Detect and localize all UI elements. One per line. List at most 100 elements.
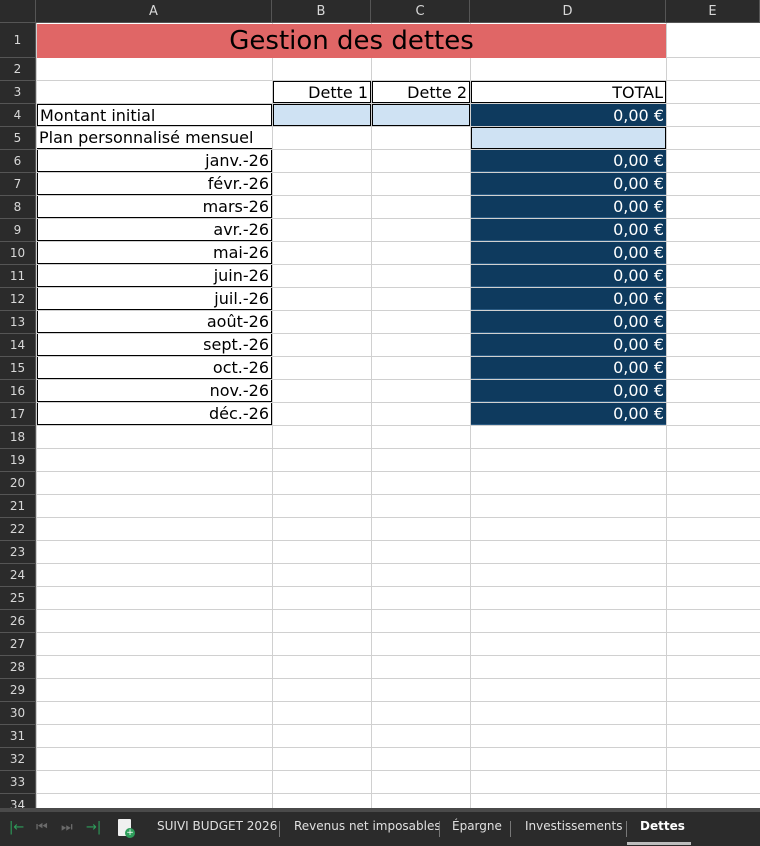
tab-revenus[interactable]: Revenus net imposables	[294, 819, 441, 833]
month-label[interactable]: févr.-26	[37, 173, 272, 195]
month-label[interactable]: juin-26	[37, 265, 272, 287]
row-header[interactable]: 29	[0, 679, 36, 702]
grid-line-horizontal	[36, 425, 760, 426]
month-total[interactable]: 0,00 €	[471, 219, 666, 241]
active-tab-indicator	[627, 842, 691, 845]
label-plan-mensuel[interactable]: Plan personnalisé mensuel	[37, 127, 272, 149]
grid-line-horizontal	[36, 609, 760, 610]
tab-investissements[interactable]: Investissements	[525, 819, 622, 833]
row-header[interactable]: 19	[0, 449, 36, 472]
month-total[interactable]: 0,00 €	[471, 265, 666, 287]
column-header-b[interactable]: B	[272, 0, 371, 23]
header-total[interactable]: TOTAL	[471, 81, 666, 103]
row-header[interactable]: 3	[0, 81, 36, 104]
column-header-d[interactable]: D	[470, 0, 666, 23]
grid-line-vertical	[666, 23, 667, 808]
row-header[interactable]: 14	[0, 334, 36, 357]
month-label[interactable]: avr.-26	[37, 219, 272, 241]
header-dette-1[interactable]: Dette 1	[273, 81, 371, 103]
column-header-c[interactable]: C	[371, 0, 470, 23]
row-header[interactable]: 34	[0, 794, 36, 808]
month-total[interactable]: 0,00 €	[471, 196, 666, 218]
spreadsheet-grid[interactable]: A B C D E 1 2 3 4 5 6 7 8 9 10 11 12 13 14 15 16 17 18 19 20 21 22…	[0, 0, 760, 808]
total-montant-initial[interactable]: 0,00 €	[471, 104, 666, 126]
month-total[interactable]: 0,00 €	[471, 173, 666, 195]
grid-line-horizontal	[36, 770, 760, 771]
input-montant-dette-1[interactable]	[273, 104, 371, 126]
month-label[interactable]: juil.-26	[37, 288, 272, 310]
row-header[interactable]: 22	[0, 518, 36, 541]
row-header[interactable]: 15	[0, 357, 36, 380]
row-header[interactable]: 1	[0, 23, 36, 58]
month-total[interactable]: 0,00 €	[471, 242, 666, 264]
row-header[interactable]: 24	[0, 564, 36, 587]
grid-line-horizontal	[36, 448, 760, 449]
row-header[interactable]: 2	[0, 58, 36, 81]
row-header[interactable]: 20	[0, 472, 36, 495]
row-header[interactable]: 28	[0, 656, 36, 679]
month-label[interactable]: sept.-26	[37, 334, 272, 356]
row-header[interactable]: 17	[0, 403, 36, 426]
row-header[interactable]: 7	[0, 173, 36, 196]
tab-dettes[interactable]: Dettes	[640, 819, 685, 833]
sheet-tab-bar: |← ⏮ ⏭ →| + SUIVI BUDGET 2026 Revenus ne…	[0, 808, 760, 846]
row-header[interactable]: 33	[0, 771, 36, 794]
row-header[interactable]: 13	[0, 311, 36, 334]
row-header[interactable]: 4	[0, 104, 36, 127]
grid-line-horizontal	[36, 701, 760, 702]
month-label[interactable]: oct.-26	[37, 357, 272, 379]
label-montant-initial[interactable]: Montant initial	[37, 104, 272, 126]
tab-separator	[626, 821, 627, 837]
next-sheet-icon[interactable]: ⏭	[61, 820, 73, 835]
row-header[interactable]: 6	[0, 150, 36, 173]
row-header[interactable]: 31	[0, 725, 36, 748]
month-total[interactable]: 0,00 €	[471, 403, 666, 425]
row-header[interactable]: 12	[0, 288, 36, 311]
month-total[interactable]: 0,00 €	[471, 380, 666, 402]
row-header[interactable]: 25	[0, 587, 36, 610]
tab-separator	[510, 821, 511, 837]
last-sheet-icon[interactable]: →|	[86, 820, 101, 835]
row-header[interactable]: 10	[0, 242, 36, 265]
month-total[interactable]: 0,00 €	[471, 311, 666, 333]
select-all-corner[interactable]	[0, 0, 36, 23]
grid-line-horizontal	[36, 724, 760, 725]
month-total[interactable]: 0,00 €	[471, 357, 666, 379]
row-header[interactable]: 11	[0, 265, 36, 288]
row-header[interactable]: 5	[0, 127, 36, 150]
month-total[interactable]: 0,00 €	[471, 150, 666, 172]
month-total[interactable]: 0,00 €	[471, 334, 666, 356]
header-dette-2[interactable]: Dette 2	[372, 81, 470, 103]
row-header[interactable]: 16	[0, 380, 36, 403]
tab-suivi-budget[interactable]: SUIVI BUDGET 2026	[157, 819, 277, 833]
row-header[interactable]: 9	[0, 219, 36, 242]
column-header-e[interactable]: E	[666, 0, 760, 23]
add-sheet-icon[interactable]: +	[118, 819, 135, 838]
row-header[interactable]: 18	[0, 426, 36, 449]
prev-sheet-icon[interactable]: ⏮	[36, 820, 48, 835]
month-label[interactable]: mai-26	[37, 242, 272, 264]
row-header[interactable]: 32	[0, 748, 36, 771]
month-label[interactable]: août-26	[37, 311, 272, 333]
tab-epargne[interactable]: Épargne	[452, 819, 502, 833]
row-header[interactable]: 8	[0, 196, 36, 219]
month-label[interactable]: déc.-26	[37, 403, 272, 425]
row-header[interactable]: 23	[0, 541, 36, 564]
input-montant-dette-2[interactable]	[372, 104, 470, 126]
grid-line-horizontal	[36, 494, 760, 495]
input-plan-total[interactable]	[471, 127, 666, 149]
grid-line-horizontal	[36, 655, 760, 656]
column-header-a[interactable]: A	[36, 0, 272, 23]
row-header[interactable]: 26	[0, 610, 36, 633]
month-total[interactable]: 0,00 €	[471, 288, 666, 310]
month-label[interactable]: janv.-26	[37, 150, 272, 172]
month-label[interactable]: mars-26	[37, 196, 272, 218]
grid-line-horizontal	[36, 563, 760, 564]
first-sheet-icon[interactable]: |←	[9, 820, 24, 835]
grid-line-horizontal	[36, 471, 760, 472]
row-header[interactable]: 21	[0, 495, 36, 518]
row-header[interactable]: 30	[0, 702, 36, 725]
month-label[interactable]: nov.-26	[37, 380, 272, 402]
row-header[interactable]: 27	[0, 633, 36, 656]
sheet-title[interactable]: Gestion des dettes	[37, 24, 666, 58]
